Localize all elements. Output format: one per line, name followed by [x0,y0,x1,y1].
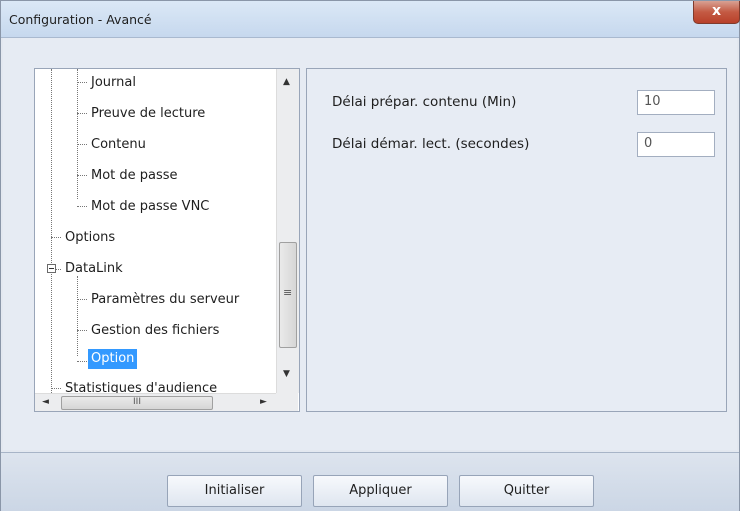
start-delay-input[interactable]: 0 [637,132,715,157]
vertical-grip-icon: ≡ [283,286,293,299]
tree-item-journal[interactable]: Journal [91,73,136,93]
prep-delay-input[interactable]: 10 [637,90,715,115]
reset-button[interactable]: Initialiser [167,475,302,507]
button-bar: Initialiser Appliquer Quitter [1,452,739,511]
tree-item-gestion-des-fichiers[interactable]: Gestion des fichiers [91,321,219,341]
tree-item-preuve-de-lecture[interactable]: Preuve de lecture [91,104,205,124]
tree-horizontal-scrollbar[interactable]: ◄ III ► [35,393,276,411]
start-delay-label: Délai démar. lect. (secondes) [332,136,530,152]
apply-button[interactable]: Appliquer [313,475,448,507]
scroll-right-icon[interactable]: ► [260,397,267,407]
tree-item-option[interactable]: Option [88,349,138,369]
tree-vertical-scrollbar[interactable]: ▲ ≡ ▼ [276,69,299,393]
vertical-scroll-thumb[interactable]: ≡ [279,242,297,348]
settings-tree: Journal Preuve de lecture Contenu Mot de… [34,68,300,412]
tree-item-options[interactable]: Options [65,228,115,248]
config-window: Configuration - Avancé x Journal Preuve … [0,0,740,511]
close-button[interactable]: x [693,1,740,24]
scroll-up-icon[interactable]: ▲ [283,77,290,87]
window-title: Configuration - Avancé [9,12,152,27]
tree-item-datalink[interactable]: DataLink [65,259,123,279]
title-bar: Configuration - Avancé x [1,1,740,38]
tree-item-mot-de-passe-vnc[interactable]: Mot de passe VNC [91,197,209,217]
tree-item-mot-de-passe[interactable]: Mot de passe [91,166,178,186]
horizontal-scroll-thumb[interactable]: III [61,396,213,410]
tree-item-contenu[interactable]: Contenu [91,135,146,155]
settings-panel: Délai prépar. contenu (Min) 10 Délai dém… [306,68,727,412]
scroll-left-icon[interactable]: ◄ [42,397,49,407]
collapse-icon[interactable] [47,264,56,273]
scroll-down-icon[interactable]: ▼ [283,369,290,379]
prep-delay-label: Délai prépar. contenu (Min) [332,94,517,110]
quit-button[interactable]: Quitter [459,475,594,507]
tree-item-parametres-du-serveur[interactable]: Paramètres du serveur [91,290,239,310]
scrollbar-corner [276,393,298,411]
